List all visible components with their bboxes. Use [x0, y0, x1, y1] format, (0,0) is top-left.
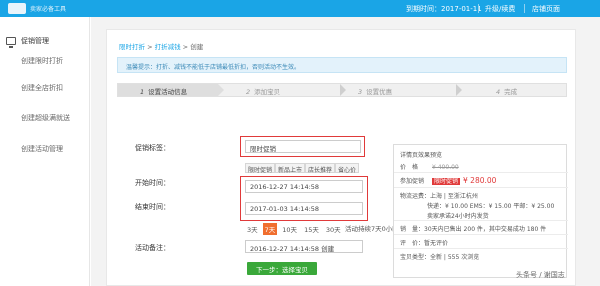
shipping-fees: 快递：¥ 10.00 EMS：¥ 15.00 平邮：¥ 25.00	[427, 203, 555, 210]
promo-row: 参加促销 限时促销 ¥ 280.00	[400, 176, 496, 185]
notice-banner: 温馨提示：打折、减钱不能低于店铺最低折扣，否则活动不生效。	[117, 57, 567, 73]
remark-input[interactable]: 2016-12-27 14:14:58 创建	[245, 240, 363, 253]
type-value: 全新 | 555 次浏览	[430, 254, 480, 261]
sidebar-item-store-discount[interactable]: 创建全店折扣	[21, 83, 63, 93]
step-arrow-icon	[218, 84, 224, 96]
review-label: 评 价：	[400, 240, 425, 247]
breadcrumb-current: 创建	[190, 43, 204, 51]
tag-option[interactable]: 新品上市	[275, 163, 306, 174]
step-number: 4	[496, 88, 501, 96]
promo-badge: 限时促销	[432, 178, 461, 185]
day-option-7[interactable]: 7天	[262, 223, 278, 235]
expire-date: 到期时间：2017-01-11	[406, 5, 482, 13]
remark-label: 活动备注：	[135, 244, 170, 252]
breadcrumb-flash-discount[interactable]: 限时打折	[119, 43, 145, 51]
day-option-10[interactable]: 10天	[280, 223, 299, 235]
sidebar-item-super-gift[interactable]: 创建超级满就送	[21, 113, 70, 123]
type-label: 宝贝类型：	[400, 254, 431, 261]
watermark: 头条号 / 谢国志	[516, 271, 565, 279]
step-number: 3	[358, 88, 363, 96]
divider	[394, 220, 568, 221]
tag-option[interactable]: 省心价	[335, 163, 360, 174]
divider	[478, 4, 479, 13]
main-area: 限时打折 > 打折减钱 > 创建 温馨提示：打折、减钱不能低于店铺最低折扣，否则…	[91, 17, 600, 286]
promo-label: 参加促销	[400, 178, 425, 185]
step-label: 设置优惠	[366, 88, 393, 96]
sales-label: 销 量：	[400, 226, 425, 233]
divider	[524, 4, 525, 13]
shop-page-link[interactable]: 店铺页面	[532, 4, 560, 14]
renew-link[interactable]: 升级/续费	[485, 4, 515, 14]
monitor-icon	[6, 37, 16, 48]
start-time-input[interactable]: 2016-12-27 14:14:58	[245, 180, 363, 193]
step-label: 设置活动信息	[148, 88, 188, 96]
sidebar-item-flash-discount[interactable]: 创建限时打折	[21, 56, 63, 66]
content-card: 限时打折 > 打折减钱 > 创建 温馨提示：打折、减钱不能低于店铺最低折扣，否则…	[106, 29, 576, 286]
tag-option[interactable]: 限时促销	[245, 163, 276, 174]
promo-tag-input[interactable]: 限时促销	[245, 140, 361, 153]
review-row: 评 价：暂无评价	[400, 238, 448, 247]
step-label: 完成	[504, 88, 518, 96]
divider	[394, 172, 568, 173]
step-1: 1 设置活动信息	[118, 84, 218, 96]
day-option-3[interactable]: 3天	[245, 223, 260, 235]
tag-option[interactable]: 店长推荐	[305, 163, 336, 174]
app-logo	[8, 3, 26, 14]
duration-text: 活动持续7天0小时	[345, 225, 399, 233]
step-number: 2	[246, 88, 251, 96]
detail-preview: 详情页效果预览 价 格 ¥ 400.00 参加促销 限时促销 ¥ 280.00 物流运…	[393, 144, 568, 278]
step-number: 1	[140, 88, 145, 96]
sidebar-heading-label: 促销管理	[21, 37, 49, 45]
step-2: 2 添加宝贝	[246, 84, 346, 96]
price-label: 价 格	[400, 164, 419, 171]
step-arrow-icon	[340, 84, 346, 96]
sidebar-heading[interactable]: 促销管理	[6, 36, 49, 48]
step-label: 添加宝贝	[254, 88, 281, 96]
duration-shortcuts: 3天 7天 10天 15天 30天	[245, 223, 343, 235]
brand-name: 卖家必备工具	[30, 6, 67, 13]
logistics-row: 物流运费：上海 | 至浙江杭州	[400, 191, 478, 200]
day-option-15[interactable]: 15天	[302, 223, 321, 235]
sales-value: 30天内已售出 200 件，其中交易成功 180 件	[424, 226, 547, 233]
top-bar: 卖家必备工具 到期时间：2017-01-11 升级/续费 店铺页面	[0, 0, 600, 17]
review-value: 暂无评价	[424, 240, 449, 247]
step-indicator: 1 设置活动信息 2 添加宝贝 3 设置优惠 4 完成	[117, 83, 567, 97]
day-option-30[interactable]: 30天	[324, 223, 343, 235]
price-row: 价 格 ¥ 400.00	[400, 162, 459, 171]
start-time-label: 开始时间：	[135, 179, 170, 187]
promo-tag-label: 促销标签：	[135, 144, 170, 152]
breadcrumb: 限时打折 > 打折减钱 > 创建	[119, 41, 203, 51]
step-3: 3 设置优惠	[358, 84, 458, 96]
type-row: 宝贝类型：全新 | 555 次浏览	[400, 252, 479, 261]
divider	[394, 248, 568, 249]
step-4: 4 完成	[496, 84, 566, 96]
end-time-input[interactable]: 2017-01-03 14:14:58	[245, 202, 363, 215]
logistics-value: 上海 | 至浙江杭州	[430, 193, 478, 200]
sales-row: 销 量：30天内已售出 200 件，其中交易成功 180 件	[400, 224, 546, 233]
next-step-button[interactable]: 下一步：选择宝贝	[247, 262, 317, 275]
divider	[394, 234, 568, 235]
divider	[394, 187, 568, 188]
breadcrumb-discount[interactable]: 打折减钱	[155, 43, 181, 51]
preview-title: 详情页效果预览	[400, 152, 443, 159]
logistics-label: 物流运费：	[400, 193, 431, 200]
original-price: ¥ 400.00	[432, 164, 459, 171]
promo-price: ¥ 280.00	[463, 176, 497, 185]
step-arrow-icon	[456, 84, 462, 96]
breadcrumb-sep: >	[145, 43, 155, 51]
sidebar-item-activity-manage[interactable]: 创建活动管理	[21, 144, 63, 154]
shipping-promise: 卖家承诺24小时内发货	[427, 213, 489, 220]
sidebar: 促销管理 创建限时打折 创建全店折扣 创建超级满就送 创建活动管理	[0, 17, 90, 286]
end-time-label: 结束时间：	[135, 203, 170, 211]
breadcrumb-sep: >	[180, 43, 191, 51]
